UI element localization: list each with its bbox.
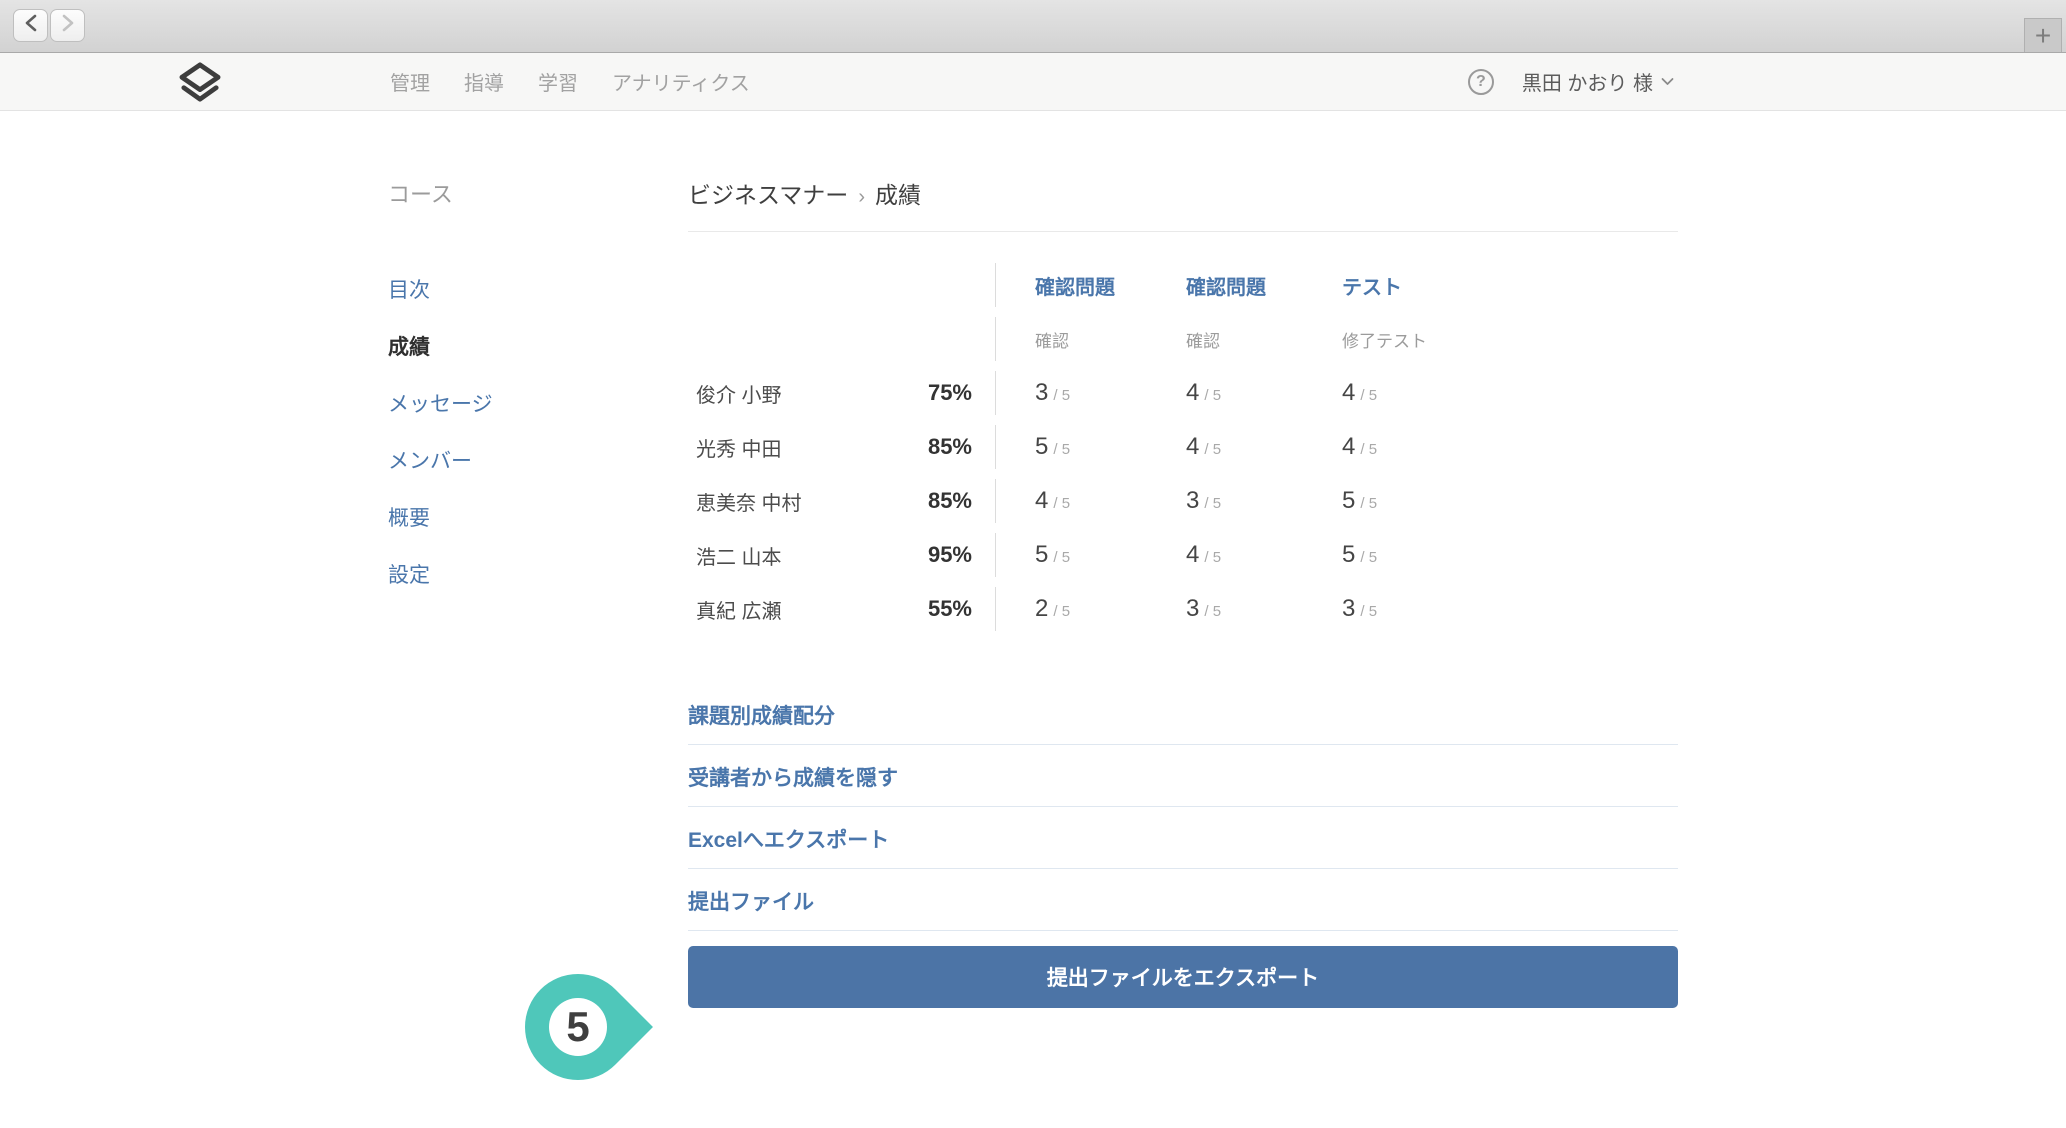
column-subtitle-test: 修了テスト: [1342, 327, 1427, 352]
browser-nav-buttons: [13, 9, 85, 42]
score-max: / 5: [1204, 441, 1221, 458]
breadcrumb-course[interactable]: ビジネスマナー: [688, 182, 848, 208]
score-max: / 5: [1053, 603, 1070, 620]
breadcrumb: ビジネスマナー › 成績: [688, 181, 1678, 232]
sidebar-item-messages[interactable]: メッセージ: [388, 391, 688, 419]
chevron-down-icon: [1661, 73, 1674, 91]
table-row: 恵美奈 中村 85% 4 / 5 3 / 5 5 / 5: [688, 479, 1678, 523]
column-title-test[interactable]: テスト: [1342, 271, 1402, 300]
sidebar-item-overview[interactable]: 概要: [388, 505, 688, 533]
score-max: / 5: [1053, 549, 1070, 566]
table-row: 俊介 小野 75% 3 / 5 4 / 5 4 / 5: [688, 371, 1678, 415]
browser-forward-button[interactable]: [50, 9, 85, 42]
export-submitted-files-button[interactable]: 提出ファイルをエクスポート: [688, 946, 1678, 1008]
back-chevron-icon: [24, 14, 38, 37]
forward-chevron-icon: [61, 14, 75, 37]
student-name: 光秀 中田: [696, 433, 928, 462]
link-submitted-files[interactable]: 提出ファイル: [688, 869, 1678, 931]
student-name: 恵美奈 中村: [696, 487, 928, 516]
score-value: 5: [1035, 433, 1048, 461]
table-row: 浩二 山本 95% 5 / 5 4 / 5 5 / 5: [688, 533, 1678, 577]
sidebar-heading: コース: [388, 181, 688, 209]
score-max: / 5: [1204, 549, 1221, 566]
help-icon[interactable]: ?: [1468, 69, 1494, 95]
link-grade-distribution[interactable]: 課題別成績配分: [688, 683, 1678, 745]
score-max: / 5: [1360, 495, 1377, 512]
score-max: / 5: [1204, 387, 1221, 404]
score-value: 4: [1342, 379, 1355, 407]
app-header: 管理 指導 学習 アナリティクス ? 黒田 かおり 様: [0, 53, 2066, 111]
score-max: / 5: [1360, 603, 1377, 620]
nav-item-teach[interactable]: 指導: [464, 67, 504, 96]
score-value: 3: [1186, 595, 1199, 623]
sidebar-nav: 目次 成績 メッセージ メンバー 概要 設定: [388, 277, 688, 590]
column-subtitle-quiz1: 確認: [1035, 327, 1069, 352]
nav-item-learn[interactable]: 学習: [538, 67, 578, 96]
student-percent: 95%: [928, 542, 972, 568]
grades-subheader-row: 確認 確認 修了テスト: [688, 317, 1678, 361]
student-name: 俊介 小野: [696, 379, 928, 408]
page-body: コース 目次 成績 メッセージ メンバー 概要 設定 ビジネスマナー › 成績 確認…: [0, 111, 2066, 1008]
score-max: / 5: [1204, 603, 1221, 620]
grades-header-row: 確認問題 確認問題 テスト: [688, 263, 1678, 307]
table-row: 真紀 広瀬 55% 2 / 5 3 / 5 3 / 5: [688, 587, 1678, 631]
link-excel-export[interactable]: Excelへエクスポート: [688, 807, 1678, 869]
score-value: 3: [1342, 595, 1355, 623]
browser-new-tab-button[interactable]: +: [2024, 18, 2062, 52]
nav-item-analytics[interactable]: アナリティクス: [612, 67, 750, 96]
score-value: 5: [1342, 541, 1355, 569]
score-value: 5: [1342, 487, 1355, 515]
score-value: 3: [1035, 379, 1048, 407]
student-percent: 55%: [928, 596, 972, 622]
column-title-quiz1[interactable]: 確認問題: [1035, 271, 1115, 300]
score-max: / 5: [1053, 387, 1070, 404]
score-max: / 5: [1360, 387, 1377, 404]
score-max: / 5: [1360, 441, 1377, 458]
score-max: / 5: [1053, 441, 1070, 458]
user-menu[interactable]: 黒田 かおり 様: [1522, 67, 1674, 96]
breadcrumb-current: 成績: [875, 182, 921, 208]
score-value: 3: [1186, 487, 1199, 515]
student-name: 浩二 山本: [696, 541, 928, 570]
main-nav: 管理 指導 学習 アナリティクス: [390, 53, 750, 110]
student-percent: 85%: [928, 488, 972, 514]
course-sidebar: コース 目次 成績 メッセージ メンバー 概要 設定: [388, 181, 688, 1008]
score-value: 4: [1186, 541, 1199, 569]
sidebar-item-grades[interactable]: 成績: [388, 334, 688, 362]
sidebar-item-settings[interactable]: 設定: [388, 562, 688, 590]
browser-back-button[interactable]: [13, 9, 48, 42]
nav-item-admin[interactable]: 管理: [390, 67, 430, 96]
app-logo-icon[interactable]: [178, 62, 222, 107]
score-max: / 5: [1360, 549, 1377, 566]
sidebar-item-toc[interactable]: 目次: [388, 277, 688, 305]
link-hide-grades[interactable]: 受講者から成績を隠す: [688, 745, 1678, 807]
table-row: 光秀 中田 85% 5 / 5 4 / 5 4 / 5: [688, 425, 1678, 469]
grades-table: 確認問題 確認問題 テスト 確認 確認 修了テスト 俊介 小野 75%: [688, 263, 1678, 631]
badge-number: 5: [566, 1003, 589, 1051]
score-value: 4: [1186, 433, 1199, 461]
score-value: 5: [1035, 541, 1048, 569]
sidebar-item-members[interactable]: メンバー: [388, 448, 688, 476]
browser-chrome-bar: +: [0, 0, 2066, 53]
user-name: 黒田 かおり 様: [1522, 67, 1653, 96]
score-value: 4: [1342, 433, 1355, 461]
breadcrumb-separator: ›: [858, 186, 865, 208]
student-name: 真紀 広瀬: [696, 595, 928, 624]
score-value: 4: [1186, 379, 1199, 407]
grade-action-links: 課題別成績配分 受講者から成績を隠す Excelへエクスポート 提出ファイル: [688, 683, 1678, 931]
score-max: / 5: [1204, 495, 1221, 512]
main-content: ビジネスマナー › 成績 確認問題 確認問題 テスト 確認 確認 修了テスト: [688, 181, 1678, 1008]
header-right: ? 黒田 かおり 様: [1468, 53, 1674, 110]
student-percent: 85%: [928, 434, 972, 460]
score-value: 2: [1035, 595, 1048, 623]
score-max: / 5: [1053, 495, 1070, 512]
student-percent: 75%: [928, 380, 972, 406]
column-title-quiz2[interactable]: 確認問題: [1186, 271, 1266, 300]
score-value: 4: [1035, 487, 1048, 515]
column-subtitle-quiz2: 確認: [1186, 327, 1220, 352]
